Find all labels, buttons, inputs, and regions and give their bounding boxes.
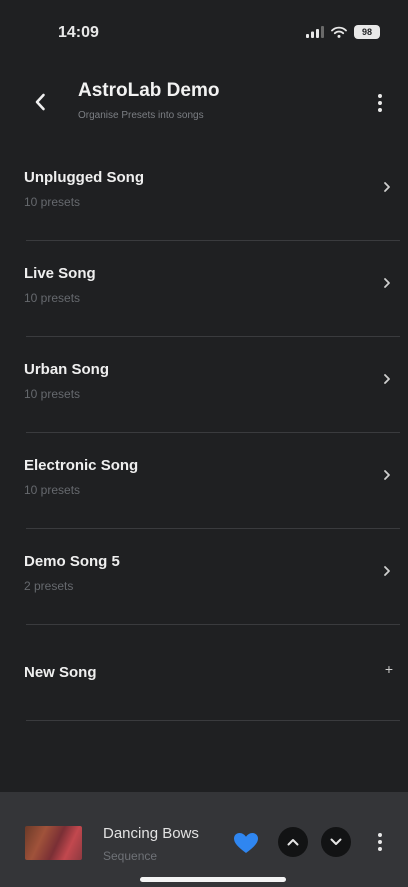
status-bar: 14:09 98 [0,0,408,62]
heart-icon[interactable] [233,832,259,854]
status-time: 14:09 [58,24,99,41]
song-item[interactable]: Demo Song 5 2 presets [0,529,408,625]
page-title: AstroLab Demo [78,80,220,101]
album-art [25,826,82,860]
song-name: Electronic Song [24,457,139,474]
song-name: Unplugged Song [24,169,144,186]
player-more-button[interactable] [374,829,386,855]
song-preset-count: 10 presets [24,291,81,305]
new-song-label: New Song [24,664,97,681]
chevron-right-icon [384,182,390,192]
status-icons: 98 [306,25,380,39]
song-name: Urban Song [24,361,109,378]
song-item[interactable]: Urban Song 10 presets [0,337,408,433]
app-screen: 14:09 98 AstroLab Demo Organise Presets … [0,0,408,887]
home-indicator [140,877,286,882]
song-list: Unplugged Song 10 presets Live Song 10 p… [0,145,408,721]
song-item[interactable]: Electronic Song 10 presets [0,433,408,529]
more-vertical-icon [378,833,382,837]
chevron-right-icon [384,374,390,384]
signal-icon [306,26,324,38]
more-options-button[interactable] [372,90,388,116]
song-preset-count: 10 presets [24,483,81,497]
track-type: Sequence [103,849,158,863]
header: AstroLab Demo Organise Presets into song… [0,72,408,136]
song-preset-count: 10 presets [24,387,81,401]
song-preset-count: 2 presets [24,579,74,593]
plus-icon: + [384,661,393,677]
chevron-right-icon [384,470,390,480]
track-title: Dancing Bows [103,825,199,842]
chevron-right-icon [384,566,390,576]
chevron-right-icon [384,278,390,288]
chevron-up-icon [287,839,299,846]
previous-preset-button[interactable] [278,827,308,857]
song-name: Demo Song 5 [24,553,120,570]
song-preset-count: 10 presets [24,195,81,209]
new-song-button[interactable]: New Song + [0,625,408,721]
more-vertical-icon [378,94,382,98]
song-name: Live Song [24,265,96,282]
back-button[interactable] [26,88,54,116]
page-subtitle: Organise Presets into songs [78,110,204,121]
mini-player[interactable]: Dancing Bows Sequence [0,792,408,887]
battery-icon: 98 [354,25,380,39]
chevron-left-icon [35,93,45,111]
song-item[interactable]: Live Song 10 presets [0,241,408,337]
song-item[interactable]: Unplugged Song 10 presets [0,145,408,241]
wifi-icon [331,26,347,38]
next-preset-button[interactable] [321,827,351,857]
chevron-down-icon [330,838,342,845]
